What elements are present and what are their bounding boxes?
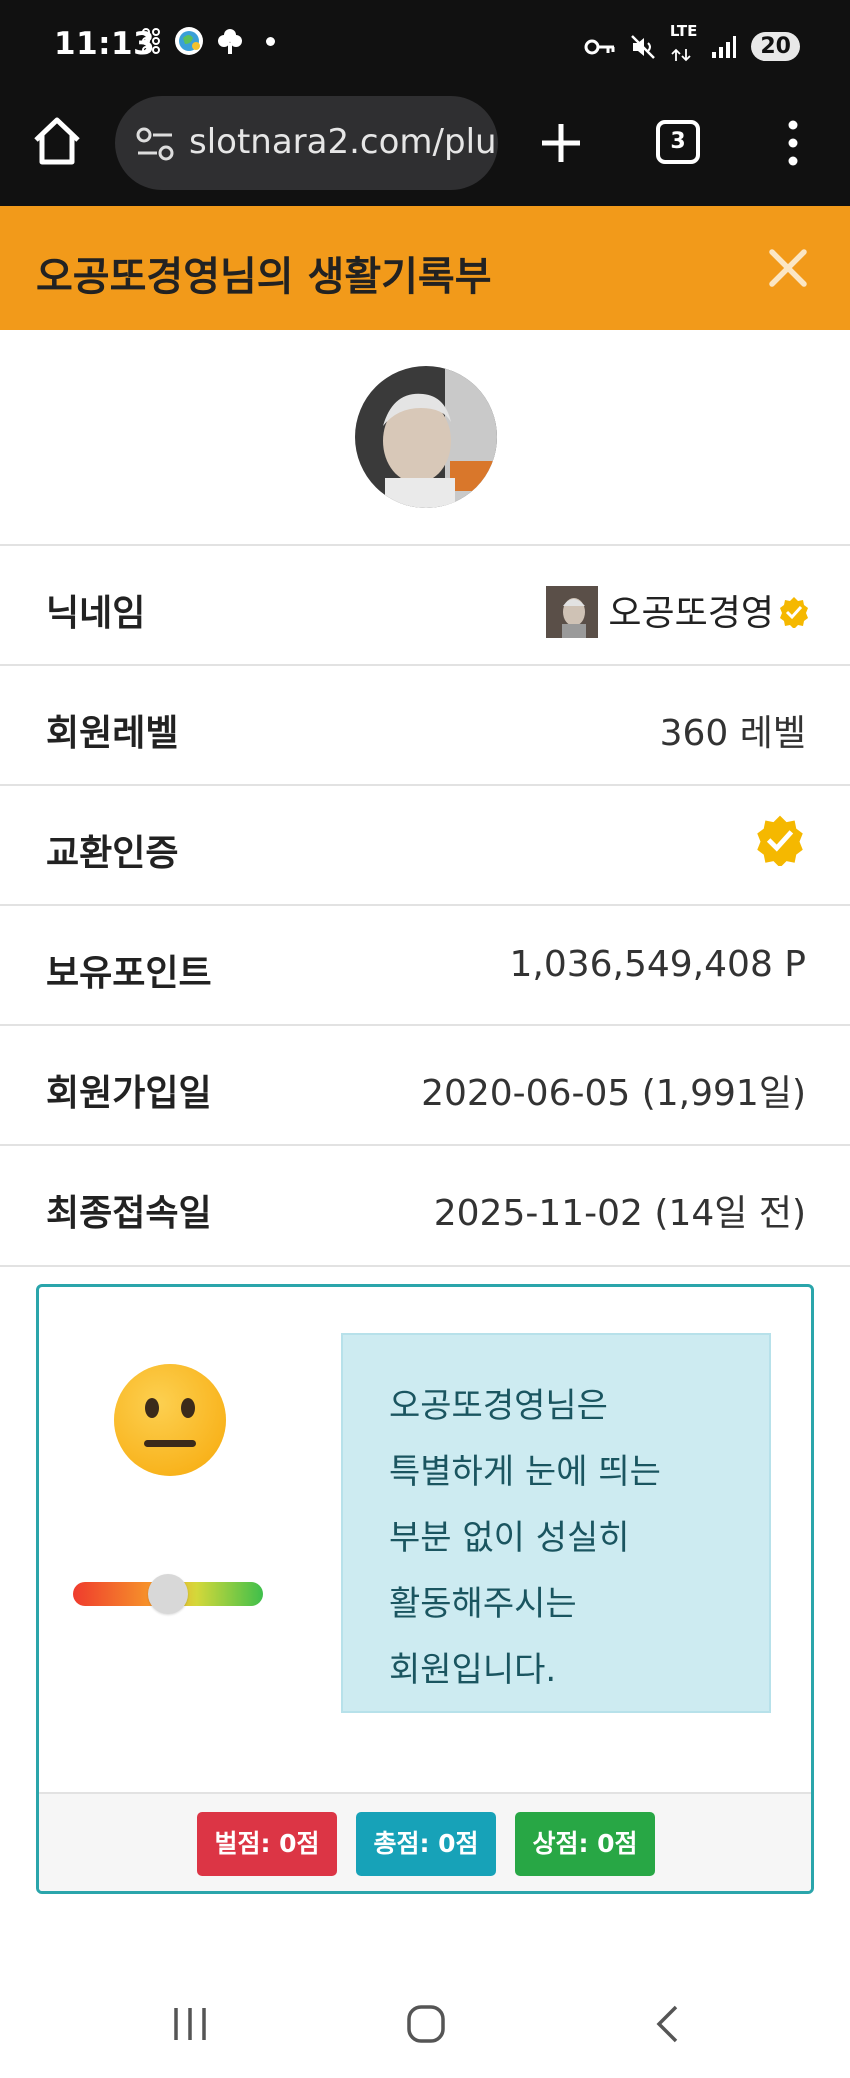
status-system-icons: LTE 20 [584,24,800,69]
address-bar[interactable]: slotnara2.com/plu [115,96,498,190]
divider [0,1265,850,1267]
mute-icon [630,34,655,59]
signal-icon [712,35,737,58]
total-score-badge: 총점: 0점 [356,1812,496,1876]
row-value: 1,036,549,408 P [509,944,806,985]
row-label: 회원레벨 [46,713,179,754]
home-nav-icon[interactable] [406,2004,446,2044]
globe-app-icon [175,27,203,55]
neutral-face-icon [114,1364,226,1476]
battery-level: 20 [751,32,800,61]
reward-score-badge: 상점: 0점 [515,1812,655,1876]
row-value: 2025-11-02 (14일 전) [433,1193,806,1234]
close-icon[interactable] [766,246,810,290]
clover-icon [218,29,242,54]
info-row-exchange-verification: 교환인증 [0,784,850,904]
penalty-score-badge: 벌점: 0점 [197,1812,337,1876]
lte-indicator: LTE [669,22,698,69]
back-icon[interactable] [648,2004,688,2044]
verified-badge-icon [780,597,808,628]
nickname-value: 오공또경영 [608,593,774,634]
page-title: 오공또경영님의 생활기록부 [36,254,492,300]
data-arrows-icon [671,48,691,62]
info-row-points: 보유포인트 1,036,549,408 P [0,904,850,1024]
score-footer: 벌점: 0점 총점: 0점 상점: 0점 [39,1792,811,1891]
row-label: 보유포인트 [46,953,212,994]
evaluation-message: 오공또경영님은 특별하게 눈에 띄는 부분 없이 성실히 활동해주시는 회원입니… [389,1386,661,1690]
row-value: 360 레벨 [659,713,806,754]
system-nav-bar [0,1968,850,2078]
row-label: 닉네임 [46,593,146,634]
menu-icon[interactable] [788,120,798,166]
new-tab-icon[interactable] [538,120,584,166]
tab-switcher-icon[interactable]: 3 [656,120,700,164]
url-text[interactable]: slotnara2.com/plu [189,122,497,162]
evaluation-message-box: 오공또경영님은 특별하게 눈에 띄는 부분 없이 성실히 활동해주시는 회원입니… [341,1333,771,1713]
info-row-join-date: 회원가입일 2020-06-05 (1,991일) [0,1024,850,1144]
home-icon[interactable] [30,114,84,168]
info-row-level: 회원레벨 360 레벨 [0,664,850,784]
nickname-thumbnail [546,586,598,638]
lte-label: LTE [669,22,698,40]
info-row-nickname: 닉네임 오공또경영 [0,544,850,664]
verified-badge-icon [757,815,803,866]
browser-toolbar: slotnara2.com/plu 3 [0,90,850,206]
row-label: 최종접속일 [46,1193,212,1234]
page-header: 오공또경영님의 생활기록부 [0,206,850,330]
mood-slider-knob [148,1574,188,1614]
dots-app-icon [142,28,160,54]
evaluation-card: 오공또경영님은 특별하게 눈에 띄는 부분 없이 성실히 활동해주시는 회원입니… [36,1284,814,1894]
status-notification-icons [140,26,275,56]
recent-apps-icon[interactable] [170,2004,210,2044]
row-label: 회원가입일 [46,1073,212,1114]
status-bar: 11:13 LTE 20 [0,0,850,90]
row-label: 교환인증 [46,833,179,874]
info-row-last-login: 최종접속일 2025-11-02 (14일 전) [0,1144,850,1264]
avatar [355,366,497,508]
site-settings-icon[interactable] [135,124,175,164]
row-value: 2020-06-05 (1,991일) [421,1073,806,1114]
vpn-key-icon [584,39,615,54]
notification-dot [266,36,275,46]
